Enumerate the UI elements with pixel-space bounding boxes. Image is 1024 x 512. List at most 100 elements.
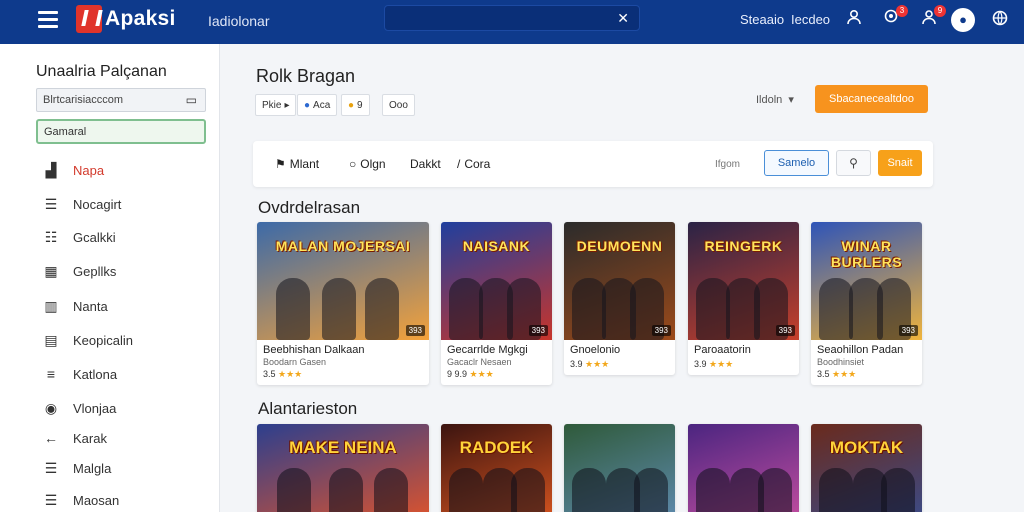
lines-icon: ☰	[44, 492, 58, 508]
sidebar-item-label: Gcalkki	[73, 230, 116, 245]
game-card[interactable]	[564, 424, 675, 512]
game-card[interactable]: DEUMOENN 393 Gnoelonio 3.9 ★★★	[564, 222, 675, 375]
coin-icon: ●	[348, 99, 355, 111]
game-thumbnail[interactable]: WINAR BURLERS 393	[811, 222, 922, 340]
rating-value: 9 9.9	[447, 369, 468, 379]
rating-value: 3.5	[817, 369, 830, 379]
game-rating: 3.5 ★★★	[257, 367, 429, 385]
sidebar-field-value: Gamaral	[44, 126, 87, 138]
tab-olgn[interactable]: ○ Olgn	[349, 157, 386, 171]
character-figure	[571, 278, 606, 340]
sidebar: Unaalria Palçanan Blrtcarisiacccom ▭ Gam…	[0, 44, 220, 512]
age-rating-badge: 393	[775, 325, 795, 336]
chip-label: Pkie	[262, 99, 282, 111]
logo[interactable]: Apaksi	[76, 5, 176, 33]
sidebar-item-katlona[interactable]: ≡ Katlona	[42, 366, 117, 382]
filter-chip[interactable]: Ooo	[382, 94, 415, 116]
menu-icon[interactable]	[38, 11, 58, 28]
sidebar-item-vlonjaa[interactable]: ◉ Vlonjaa	[42, 400, 116, 417]
character-figure	[448, 278, 483, 340]
game-rating: 3.9 ★★★	[688, 357, 799, 375]
game-thumbnail[interactable]: REINGERK 393	[688, 222, 799, 340]
top-link-1[interactable]: Steaaio	[740, 12, 784, 27]
game-card[interactable]: RADOEK	[441, 424, 552, 512]
game-name: Paroaatorin	[694, 344, 751, 356]
sidebar-item-nanta[interactable]: ▥ Nanta	[42, 298, 108, 315]
game-thumbnail[interactable]: DEUMOENN 393	[564, 222, 675, 340]
tab-label: Mlant	[289, 157, 320, 171]
notification-badge: 3	[896, 5, 908, 17]
lines-icon: ☰	[44, 460, 58, 476]
sidebar-item-maosan[interactable]: ☰ Maosan	[42, 492, 120, 509]
sidebar-input-value: Blrtcarisiacccom	[43, 94, 124, 106]
character-figure	[881, 468, 916, 512]
primary-action-button[interactable]: Sbacanecealtdoo	[815, 85, 928, 113]
rating-value: 3.9	[570, 359, 583, 369]
gamepad-icon: ▟	[45, 162, 57, 178]
game-thumbnail[interactable]: MALAN MOJERSAI 393	[257, 222, 429, 340]
sidebar-item-gepllks[interactable]: ▦ Gepllks	[42, 263, 116, 280]
character-figure	[277, 468, 312, 512]
game-rating: 3.9 ★★★	[564, 357, 675, 375]
window-icon: ▤	[44, 332, 58, 348]
game-card[interactable]: MOKTAK	[811, 424, 922, 512]
chevron-down-icon: ▾	[785, 94, 794, 106]
game-art-title: RADOEK	[459, 438, 534, 457]
game-card[interactable]: MALAN MOJERSAI 393 Beebhishan Dalkaan Booda…	[257, 222, 429, 385]
tab-label: Cora	[464, 157, 491, 171]
tab-cora[interactable]: / Cora	[457, 157, 490, 171]
sidebar-item-malgla[interactable]: ☰ Malgla	[42, 460, 112, 477]
filter-chip[interactable]: Pkie ▸	[255, 94, 297, 116]
location-icon[interactable]: 3	[880, 5, 908, 31]
sidebar-item-napa[interactable]: ▟ Napa	[42, 162, 104, 179]
tab-label: Olgn	[360, 157, 386, 171]
game-thumbnail[interactable]: NAISANK 393	[441, 222, 552, 340]
sidebar-search-input[interactable]: Blrtcarisiacccom ▭	[36, 88, 206, 112]
nav-label[interactable]: Iadiolonar	[208, 13, 270, 29]
top-link-2[interactable]: Iecdeo	[791, 12, 830, 27]
sidebar-item-label: Nocagirt	[73, 197, 122, 212]
filter-chip[interactable]: ● 9	[341, 94, 370, 116]
globe-icon[interactable]	[989, 9, 1011, 31]
age-rating-badge: 393	[651, 325, 671, 336]
sidebar-item-nocagirt[interactable]: ☰ Nocagirt	[42, 196, 122, 213]
account-icon[interactable]: ●	[951, 8, 975, 32]
close-x-icon[interactable]: ✕	[617, 10, 629, 27]
sidebar-item-label: Nanta	[73, 299, 108, 314]
game-card[interactable]: NAISANK 393 Gecarrlde Mgkgi Gacaclr Nesaen 9…	[441, 222, 552, 385]
message-icon[interactable]: ▭	[186, 93, 197, 107]
game-name: Beebhishan Dalkaan	[263, 344, 365, 356]
tiles-icon: ▦	[44, 263, 58, 279]
game-subtitle: Boodhinsiet	[817, 357, 865, 367]
sidebar-category-field[interactable]: Gamaral	[36, 119, 206, 144]
filter-chip[interactable]: ● Aca	[297, 94, 338, 116]
user-filter-button[interactable]: ⚲	[836, 150, 871, 176]
user-icon[interactable]	[843, 9, 865, 31]
star-icon: ★★★	[467, 369, 494, 379]
tab-mlant[interactable]: ⚑ Mlant	[275, 157, 319, 171]
flag-icon: ⚑	[275, 157, 286, 171]
filter-orange-button[interactable]: Snait	[878, 150, 922, 176]
character-figure	[818, 278, 853, 340]
game-card[interactable]	[688, 424, 799, 512]
game-card[interactable]: WINAR BURLERS 393 Seaohillon Padan Boodhins…	[811, 222, 922, 385]
bell-icon[interactable]: 9	[918, 5, 946, 31]
sidebar-item-gcalkki[interactable]: ☷ Gcalkki	[42, 229, 116, 246]
filter-outline-button[interactable]: Samelo	[764, 150, 829, 176]
search-input[interactable]: ✕	[384, 5, 640, 31]
sidebar-item-karak[interactable]: ← Karak	[42, 430, 107, 446]
age-rating-badge: 393	[405, 325, 425, 336]
sidebar-item-label: Gepllks	[73, 264, 117, 279]
sidebar-item-label: Maosan	[73, 493, 120, 508]
game-subtitle: Gacaclr Nesaen	[447, 357, 512, 367]
sidebar-item-keopicalin[interactable]: ▤ Keopicalin	[42, 332, 133, 349]
character-figure	[572, 468, 607, 512]
game-card[interactable]: REINGERK 393 Paroaatorin 3.9 ★★★	[688, 222, 799, 375]
sort-dropdown[interactable]: Ildoln ▾	[756, 93, 794, 106]
slash-icon: /	[457, 157, 461, 171]
character-figure	[819, 468, 854, 512]
tab-label: Dakkt	[410, 157, 441, 171]
tab-dakkt[interactable]: Dakkt	[410, 157, 441, 171]
game-card[interactable]: MAKE NEINA	[257, 424, 429, 512]
sidebar-item-label: Malgla	[73, 461, 112, 476]
